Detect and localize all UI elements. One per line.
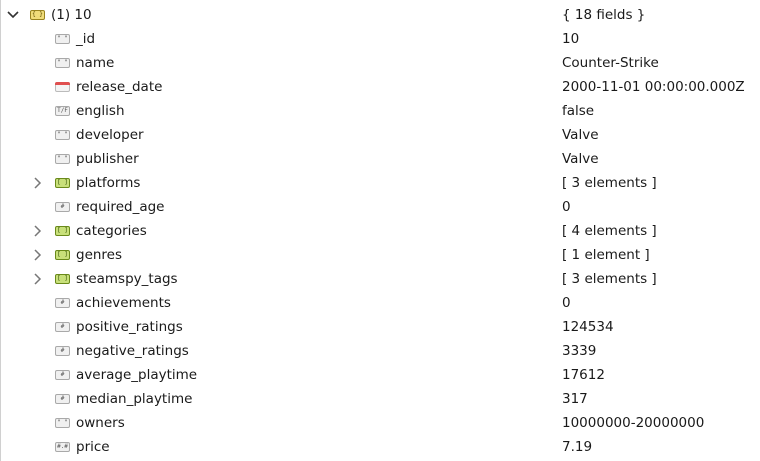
field-name: publisher — [76, 151, 139, 167]
field-value: 124534 — [562, 319, 614, 335]
tree-row-achievements[interactable]: # achievements 0 — [0, 291, 760, 315]
field-name: average_playtime — [76, 367, 198, 383]
tree-row-english[interactable]: T/F english false — [0, 99, 760, 123]
field-value: [ 1 element ] — [562, 247, 650, 263]
chevron-right-icon[interactable] — [32, 273, 44, 285]
string-type-icon: " " — [55, 130, 70, 140]
field-name: owners — [76, 415, 125, 431]
tree-row-name[interactable]: " " name Counter-Strike — [0, 51, 760, 75]
field-name: name — [76, 55, 115, 71]
tree-row-categories[interactable]: [ ] categories [ 4 elements ] — [0, 219, 760, 243]
field-name: developer — [76, 127, 144, 143]
tree-row-negative-ratings[interactable]: # negative_ratings 3339 — [0, 339, 760, 363]
field-value: 10 — [562, 31, 580, 47]
field-name: negative_ratings — [76, 343, 189, 359]
date-type-icon — [55, 82, 70, 92]
chevron-right-icon[interactable] — [32, 249, 44, 261]
array-type-icon: [ ] — [55, 178, 70, 188]
array-type-icon: [ ] — [55, 250, 70, 260]
chevron-right-icon[interactable] — [32, 177, 44, 189]
string-type-icon: " " — [55, 154, 70, 164]
field-value: 2000-11-01 00:00:00.000Z — [562, 79, 745, 95]
string-type-icon: " " — [55, 34, 70, 44]
array-type-icon: [ ] — [55, 274, 70, 284]
field-value: 317 — [562, 391, 588, 407]
object-type-icon: { } — [30, 10, 45, 20]
field-value: 0 — [562, 295, 571, 311]
string-type-icon: " " — [55, 58, 70, 68]
field-value: Counter-Strike — [562, 55, 659, 71]
field-value: false — [562, 103, 595, 119]
field-value: 17612 — [562, 367, 605, 383]
field-value: [ 4 elements ] — [562, 223, 657, 239]
int-type-icon: # — [55, 346, 70, 356]
field-name: price — [76, 439, 110, 455]
field-value: Valve — [562, 151, 599, 167]
tree-row-price[interactable]: #.# price 7.19 — [0, 435, 760, 459]
field-name: english — [76, 103, 125, 119]
tree-row-genres[interactable]: [ ] genres [ 1 element ] — [0, 243, 760, 267]
int-type-icon: # — [55, 202, 70, 212]
tree-row-median-playtime[interactable]: # median_playtime 317 — [0, 387, 760, 411]
array-type-icon: [ ] — [55, 226, 70, 236]
field-value: [ 3 elements ] — [562, 175, 657, 191]
tree-row-required-age[interactable]: # required_age 0 — [0, 195, 760, 219]
tree-row-developer[interactable]: " " developer Valve — [0, 123, 760, 147]
string-type-icon: " " — [55, 418, 70, 428]
double-type-icon: #.# — [55, 442, 70, 452]
field-value: 3339 — [562, 343, 597, 359]
tree-row-publisher[interactable]: " " publisher Valve — [0, 147, 760, 171]
boolean-type-icon: T/F — [55, 106, 70, 116]
tree-row-owners[interactable]: " " owners 10000000-20000000 — [0, 411, 760, 435]
root-value: { 18 fields } — [562, 7, 646, 23]
tree-row-platforms[interactable]: [ ] platforms [ 3 elements ] — [0, 171, 760, 195]
field-name: genres — [76, 247, 123, 263]
tree-row-steamspy-tags[interactable]: [ ] steamspy_tags [ 3 elements ] — [0, 267, 760, 291]
field-name: median_playtime — [76, 391, 193, 407]
field-name: _id — [76, 31, 96, 47]
tree-row-root[interactable]: { } (1) 10 { 18 fields } — [0, 3, 760, 27]
field-name: positive_ratings — [76, 319, 183, 335]
tree-row-release-date[interactable]: release_date 2000-11-01 00:00:00.000Z — [0, 75, 760, 99]
field-value: 10000000-20000000 — [562, 415, 705, 431]
field-value: Valve — [562, 127, 599, 143]
tree-row--id[interactable]: " " _id 10 — [0, 27, 760, 51]
int-type-icon: # — [55, 370, 70, 380]
field-name: achievements — [76, 295, 171, 311]
tree-row-average-playtime[interactable]: # average_playtime 17612 — [0, 363, 760, 387]
field-name: platforms — [76, 175, 141, 191]
field-name: release_date — [76, 79, 163, 95]
field-value: 7.19 — [562, 439, 593, 455]
field-value: 0 — [562, 199, 571, 215]
chevron-right-icon[interactable] — [32, 225, 44, 237]
field-name: required_age — [76, 199, 165, 215]
chevron-down-icon[interactable] — [7, 9, 19, 21]
tree-row-positive-ratings[interactable]: # positive_ratings 124534 — [0, 315, 760, 339]
int-type-icon: # — [55, 298, 70, 308]
field-value: [ 3 elements ] — [562, 271, 657, 287]
int-type-icon: # — [55, 322, 70, 332]
int-type-icon: # — [55, 394, 70, 404]
field-name: categories — [76, 223, 147, 239]
field-name: steamspy_tags — [76, 271, 178, 287]
root-label: (1) 10 — [51, 7, 92, 23]
